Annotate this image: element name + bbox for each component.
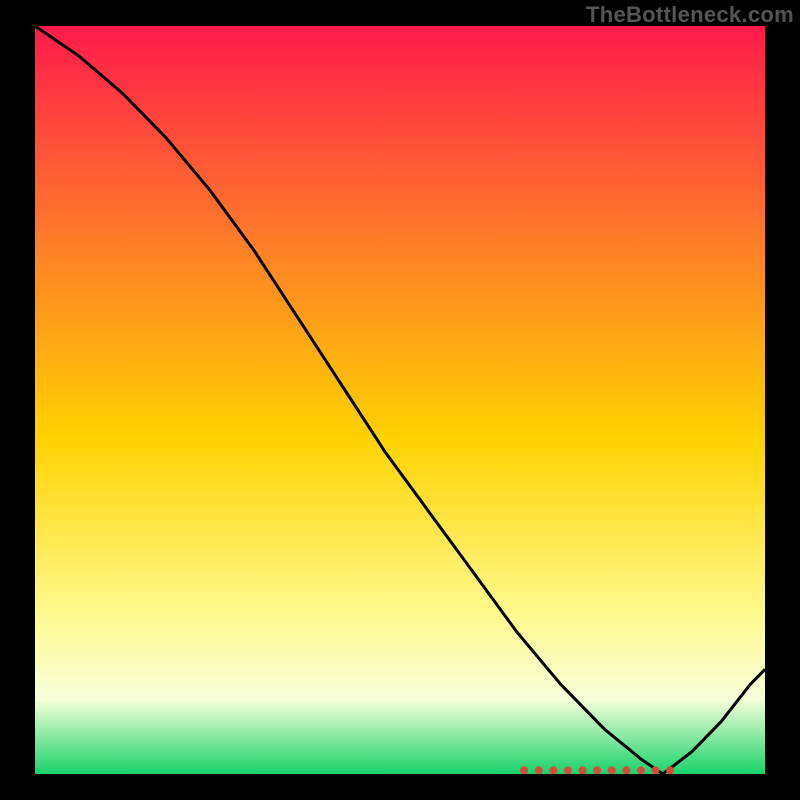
marker-dot xyxy=(564,766,572,774)
marker-dot xyxy=(579,766,587,774)
marker-dot xyxy=(608,766,616,774)
marker-dot xyxy=(652,766,660,774)
gradient-background xyxy=(35,26,765,774)
marker-dot xyxy=(535,766,543,774)
marker-dot xyxy=(666,766,674,774)
marker-dot xyxy=(520,766,528,774)
marker-dot xyxy=(622,766,630,774)
plot-svg xyxy=(35,26,765,774)
marker-dot xyxy=(549,766,557,774)
marker-dot xyxy=(637,766,645,774)
plot-area xyxy=(35,26,765,774)
marker-dot xyxy=(593,766,601,774)
chart-container: TheBottleneck.com xyxy=(0,0,800,800)
watermark-text: TheBottleneck.com xyxy=(586,2,794,28)
